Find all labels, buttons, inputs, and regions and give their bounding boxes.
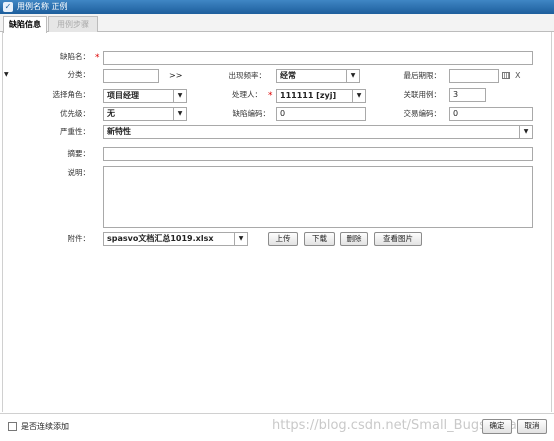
defect-code-label: 缺陷编码： <box>232 109 271 118</box>
confirm-button[interactable]: 确定 <box>482 419 512 434</box>
frequency-label: 出现频率： <box>228 71 267 80</box>
view-image-button[interactable]: 查看图片 <box>374 232 422 246</box>
summary-label: 摘要： <box>67 149 91 158</box>
chevron-down-icon[interactable]: ▼ <box>173 90 186 102</box>
defect-code-input[interactable]: 0 <box>276 107 366 121</box>
description-label: 说明： <box>67 168 91 177</box>
role-select[interactable]: 项目经理 ▼ <box>103 89 187 103</box>
delete-button[interactable]: 删除 <box>340 232 368 246</box>
defect-name-label: 缺陷名： <box>60 52 90 61</box>
deadline-input[interactable] <box>449 69 499 83</box>
severity-label: 严重性： <box>60 127 90 136</box>
related-case-label: 关联用例： <box>403 90 442 99</box>
role-label: 选择角色： <box>52 90 91 99</box>
frequency-select[interactable]: 经常 ▼ <box>276 69 360 83</box>
continuous-add-checkbox[interactable] <box>8 422 17 431</box>
severity-value: 新特性 <box>107 127 131 136</box>
clear-date-button[interactable]: X <box>515 70 520 82</box>
priority-value: 无 <box>107 109 115 118</box>
description-textarea[interactable] <box>103 166 533 228</box>
attachment-select[interactable]: spasvo文档汇总1019.xlsx ▼ <box>103 232 248 246</box>
attachment-value: spasvo文档汇总1019.xlsx <box>107 234 214 243</box>
chevron-down-icon[interactable]: ▼ <box>519 126 532 138</box>
severity-select[interactable]: 新特性 ▼ <box>103 125 533 139</box>
window-titlebar: ✓ 用例名称 正例 <box>0 0 554 14</box>
chevron-down-icon[interactable]: ▼ <box>346 70 359 82</box>
chevron-down-icon[interactable]: ▼ <box>234 233 247 245</box>
priority-label: 优先级： <box>60 109 90 118</box>
summary-input[interactable] <box>103 147 533 161</box>
role-value: 项目经理 <box>107 91 139 100</box>
tab-case-steps[interactable]: 用例步骤 <box>48 16 98 32</box>
handler-select[interactable]: 111111 [zyj] ▼ <box>276 89 366 103</box>
app-icon: ✓ <box>3 2 13 12</box>
continuous-add-label: 是否连续添加 <box>21 422 69 431</box>
required-mark: * <box>268 91 273 101</box>
trade-code-input[interactable]: 0 <box>449 107 533 121</box>
deadline-label: 最后期限： <box>403 71 442 80</box>
frequency-value: 经常 <box>280 71 296 80</box>
calendar-icon[interactable] <box>502 72 510 79</box>
chevron-down-icon[interactable]: ▼ <box>352 90 365 102</box>
window-title: 用例名称 正例 <box>17 2 68 11</box>
required-mark: * <box>95 53 100 63</box>
attachment-label: 附件： <box>67 234 91 243</box>
chevron-down-icon[interactable]: ▼ <box>173 108 186 120</box>
download-button[interactable]: 下载 <box>304 232 335 246</box>
collapse-arrow-icon[interactable]: ▼ <box>4 71 9 79</box>
upload-button[interactable]: 上传 <box>268 232 298 246</box>
category-input[interactable] <box>103 69 159 83</box>
tab-defect-info[interactable]: 缺陷信息 <box>3 16 47 33</box>
related-case-input[interactable]: 3 <box>449 88 486 102</box>
handler-label: 处理人： <box>232 90 262 99</box>
trade-code-label: 交易编码： <box>403 109 442 118</box>
priority-select[interactable]: 无 ▼ <box>103 107 187 121</box>
tab-strip: 缺陷信息 用例步骤 <box>0 14 554 33</box>
cancel-button[interactable]: 取消 <box>517 419 547 434</box>
category-label: 分类： <box>67 70 91 79</box>
defect-name-input[interactable] <box>103 51 533 65</box>
category-more-button[interactable]: >> <box>169 70 182 82</box>
handler-value: 111111 [zyj] <box>280 91 337 100</box>
